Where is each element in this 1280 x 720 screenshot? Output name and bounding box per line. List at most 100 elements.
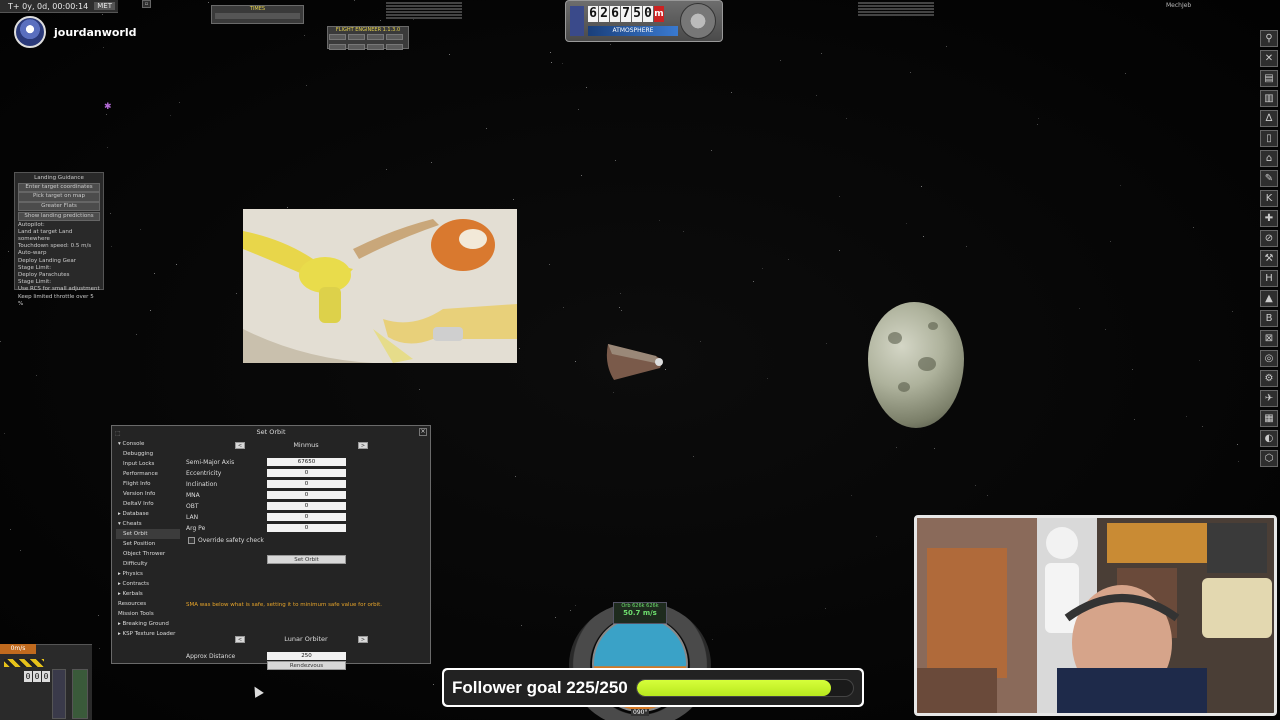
orbit-speed-readout[interactable]: Orb 626k 626k 50.7 m/s <box>613 602 667 624</box>
toolbar-button-icon[interactable]: ▲ <box>1260 290 1278 307</box>
limited-throttle-toggle[interactable]: Keep limited throttle over 5 % <box>18 294 100 308</box>
altitude-digits: 6 2 6 7 5 0 m <box>588 6 664 22</box>
toolbar-button-icon[interactable]: ⚒ <box>1260 250 1278 267</box>
fe-button[interactable] <box>329 44 346 50</box>
toolbar-button-icon[interactable]: ▦ <box>1260 410 1278 427</box>
orbit-field-input[interactable]: 0 <box>267 469 346 477</box>
deploy-gear-toggle[interactable]: Deploy Landing Gear <box>18 258 100 265</box>
tree-item[interactable]: Input Locks <box>116 459 180 469</box>
set-orbit-titlebar[interactable]: ⬚ Set Orbit × <box>112 426 430 438</box>
touchdown-speed[interactable]: Touchdown speed: 0.5 m/s <box>18 243 100 250</box>
next-body-button[interactable]: > <box>358 442 368 449</box>
fe-button[interactable] <box>348 34 365 40</box>
set-orbit-window: ⬚ Set Orbit × ▾ Console Debugging Input Lo… <box>111 425 431 670</box>
toolbar-button-icon[interactable]: ∆ <box>1260 110 1278 127</box>
rendezvous-button[interactable]: Rendezvous <box>267 661 346 670</box>
use-rcs-toggle[interactable]: Use RCS for small adjustment <box>18 286 100 293</box>
stop-icon[interactable]: ⊘ <box>1260 230 1278 247</box>
tree-item[interactable]: Version Info <box>116 489 180 499</box>
fe-button[interactable] <box>348 44 365 50</box>
toolbar-button-icon[interactable]: ✈ <box>1260 390 1278 407</box>
fe-button[interactable] <box>386 44 403 50</box>
tree-item[interactable]: Set Position <box>116 539 180 549</box>
orbit-field-input[interactable]: 67650 <box>267 458 346 466</box>
tree-item-label: Console <box>122 441 145 447</box>
tree-item[interactable]: ▸ Kerbals <box>116 589 180 599</box>
wrench-icon[interactable]: ✕ <box>1260 50 1278 67</box>
toolbar-button-icon[interactable]: ⌂ <box>1260 150 1278 167</box>
toolbar-button-icon[interactable]: ✚ <box>1260 210 1278 227</box>
toolbar-button-icon[interactable]: ◐ <box>1260 430 1278 447</box>
stage-limit[interactable]: Stage Limit: <box>18 265 100 272</box>
tree-item[interactable]: Debugging <box>116 449 180 459</box>
show-predictions-toggle[interactable]: Show landing predictions <box>18 211 100 222</box>
follower-goal-text: Follower goal 225/250 <box>452 677 628 697</box>
tree-item[interactable]: Set Orbit <box>116 529 180 539</box>
star <box>4 433 5 434</box>
orbit-field-row: MNA 0 <box>186 490 426 501</box>
streamer-badge: jourdanworld <box>14 16 137 48</box>
mechjeb-label[interactable]: MechJeb <box>1166 2 1191 9</box>
star <box>555 617 556 618</box>
minimize-icon[interactable]: ▫ <box>142 0 151 8</box>
orbit-field-input[interactable]: 0 <box>267 524 346 532</box>
tree-item[interactable]: Object Thrower <box>116 549 180 559</box>
auto-warp-toggle[interactable]: Auto-warp <box>18 250 100 257</box>
orbital-readout <box>386 1 462 27</box>
tree-item[interactable]: DeltaV Info <box>116 499 180 509</box>
star <box>1038 118 1039 119</box>
orbit-field-input[interactable]: 0 <box>267 502 346 510</box>
toolbar-button-icon[interactable]: ▤ <box>1260 70 1278 87</box>
star <box>923 236 924 237</box>
orbit-field-input[interactable]: 0 <box>267 513 346 521</box>
pick-target-button[interactable]: Pick target on map <box>18 192 100 202</box>
fe-button[interactable] <box>367 34 384 40</box>
next-orbiter-button[interactable]: > <box>358 636 368 643</box>
star <box>563 307 564 308</box>
set-orbit-button[interactable]: Set Orbit <box>267 555 346 564</box>
toolbar-button-icon[interactable]: ◎ <box>1260 350 1278 367</box>
toolbar-button-icon[interactable]: ▥ <box>1260 90 1278 107</box>
deploy-parachutes-toggle[interactable]: Deploy Parachutes <box>18 272 100 279</box>
tree-item[interactable]: ▸ Physics <box>116 569 180 579</box>
checkbox[interactable] <box>188 537 195 544</box>
toolbar-button-icon[interactable]: B <box>1260 310 1278 327</box>
toolbar-button-icon[interactable]: ⚲ <box>1260 30 1278 47</box>
spacecraft-capsule <box>606 344 663 380</box>
fe-button[interactable] <box>386 34 403 40</box>
star <box>946 46 947 47</box>
orbit-field-label: MNA <box>186 492 200 499</box>
approx-distance-input[interactable]: 250 <box>267 652 346 660</box>
stage-limit[interactable]: Stage Limit: <box>18 279 100 286</box>
orbit-field-input[interactable]: 0 <box>267 480 346 488</box>
fe-button[interactable] <box>367 44 384 50</box>
target-name[interactable]: Greater Flats <box>18 202 100 212</box>
tree-item[interactable]: ▸ KSP Texture Loader <box>116 629 180 639</box>
tree-item[interactable]: ▸ Contracts <box>116 579 180 589</box>
close-icon[interactable]: × <box>419 428 427 436</box>
override-safety-check[interactable]: Override safety check <box>186 534 426 546</box>
toolbar-button-icon[interactable]: ⚙ <box>1260 370 1278 387</box>
toolbar-button-icon[interactable]: ▯ <box>1260 130 1278 147</box>
tree-item[interactable]: Performance <box>116 469 180 479</box>
orbit-field-input[interactable]: 0 <box>267 491 346 499</box>
star <box>549 264 550 265</box>
tree-item[interactable]: ▾ Console <box>116 439 180 449</box>
debug-icon[interactable]: ✱ <box>104 102 112 112</box>
enter-coordinates-button[interactable]: Enter target coordinates <box>18 182 100 192</box>
toolbar-button-icon[interactable]: H <box>1260 270 1278 287</box>
toolbar-button-icon[interactable]: ⊠ <box>1260 330 1278 347</box>
toolbar-button-icon[interactable]: ⬡ <box>1260 450 1278 467</box>
tree-item[interactable]: Difficulty <box>116 559 180 569</box>
tree-item[interactable]: Flight Info <box>116 479 180 489</box>
counter-digit: 0 <box>24 671 32 682</box>
fe-button[interactable] <box>329 34 346 40</box>
wrench-icon[interactable]: ✎ <box>1260 170 1278 187</box>
tree-item[interactable]: ▸ Database <box>116 509 180 519</box>
tree-item[interactable]: Resources <box>116 599 180 609</box>
toolbar-button-icon[interactable]: K <box>1260 190 1278 207</box>
tree-item[interactable]: ▾ Cheats <box>116 519 180 529</box>
land-mode-buttons[interactable]: Land at target Land somewhere <box>18 229 100 243</box>
tree-item[interactable]: Mission Tools <box>116 609 180 619</box>
tree-item[interactable]: ▸ Breaking Ground <box>116 619 180 629</box>
